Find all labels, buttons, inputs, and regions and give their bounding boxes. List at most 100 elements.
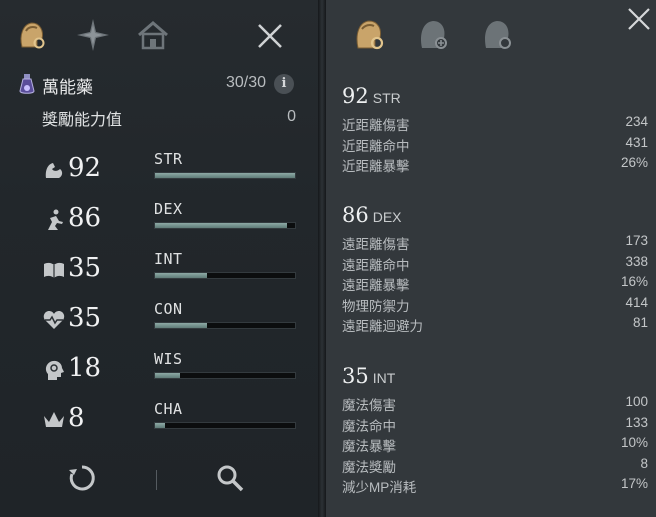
detail-label: 遠距離命中	[342, 257, 410, 273]
helmet-plus-icon	[421, 21, 447, 49]
stat-bar-fill	[155, 223, 287, 228]
detail-label: 近距離傷害	[342, 118, 410, 133]
detail-value: 173	[625, 233, 648, 248]
detail-label: 物理防禦力	[342, 298, 410, 314]
crown-icon	[44, 412, 64, 427]
stat-bar-fill	[155, 173, 295, 178]
detail-row: 近距離傷害 234	[342, 112, 648, 133]
detail-row: 魔法傷害 100	[342, 392, 648, 413]
detail-value: 17%	[620, 476, 648, 491]
stat-bar	[154, 422, 296, 429]
stat-value: 35	[68, 303, 102, 333]
stat-row-wis[interactable]: 18 WIS	[40, 350, 302, 390]
detail-stat-name: INT	[372, 370, 396, 386]
detail-value: 8	[640, 455, 648, 471]
tab-skills[interactable]	[72, 14, 114, 56]
tab-character[interactable]	[10, 14, 52, 56]
detail-row: 魔法獎勵 8	[342, 454, 648, 475]
tab-detail-attack[interactable]	[348, 14, 388, 56]
detail-label: 魔法暴擊	[342, 439, 396, 454]
bonus-stats-row: 獎勵能力值 0	[42, 104, 296, 129]
stat-name: CHA	[154, 400, 183, 418]
stat-details-panel: 92 STR 近距離傷害 234 近距離命中 431 近距離暴擊 26% 86 DEX 遠…	[326, 0, 656, 517]
stat-name: CON	[154, 300, 183, 318]
detail-label: 遠距離暴擊	[342, 278, 410, 293]
bonus-stats-label: 獎勵能力值	[42, 112, 123, 129]
helmet-gear-icon	[356, 20, 384, 50]
detail-value: 133	[625, 414, 648, 430]
detail-row: 遠距離迴避力 81	[342, 313, 648, 334]
magnifier-icon[interactable]	[214, 462, 246, 494]
detail-value: 16%	[620, 274, 648, 289]
stat-row-int[interactable]: 35 INT	[40, 250, 302, 290]
detail-value: 10%	[620, 435, 648, 450]
stats-tab-bar	[0, 0, 318, 64]
detail-label: 遠距離迴避力	[342, 319, 423, 334]
stat-row-dex[interactable]: 86 DEX	[40, 200, 302, 240]
stat-bar	[154, 272, 296, 279]
compass-star-icon	[77, 19, 109, 51]
stat-bar-fill	[155, 273, 207, 278]
stat-bar	[154, 322, 296, 329]
detail-stat-name: DEX	[372, 209, 402, 225]
stat-name: INT	[154, 250, 183, 268]
tab-detail-defense[interactable]	[412, 14, 452, 56]
flexed-arm-icon	[45, 163, 63, 178]
detail-value: 414	[625, 294, 648, 310]
detail-row: 魔法命中 133	[342, 413, 648, 434]
stat-bar-fill	[155, 323, 207, 328]
detail-row: 近距離命中 431	[342, 133, 648, 154]
detail-label: 魔法傷害	[342, 398, 396, 413]
stat-row-con[interactable]: 35 CON	[40, 300, 302, 340]
running-figure-icon	[48, 209, 63, 230]
tab-housing[interactable]	[132, 14, 174, 56]
stat-row-cha[interactable]: 8 CHA	[40, 400, 302, 440]
elixir-row: 萬能藥 30/30 i	[16, 70, 298, 98]
info-icon[interactable]: i	[274, 74, 294, 94]
stat-value: 18	[68, 353, 102, 383]
stat-bar-fill	[155, 423, 165, 428]
detail-header: 92 STR	[342, 84, 648, 112]
detail-label: 魔法命中	[342, 418, 396, 434]
house-icon	[138, 21, 168, 50]
elixir-name: 萬能藥	[42, 78, 93, 97]
elixir-count: 30/30	[225, 74, 266, 91]
stat-value: 8	[68, 403, 85, 433]
detail-header: 35 INT	[342, 364, 648, 392]
close-icon[interactable]	[626, 6, 652, 32]
detail-header: 86 DEX	[342, 203, 648, 231]
detail-stat-name: STR	[372, 90, 401, 106]
detail-stat-value: 86	[342, 203, 369, 227]
detail-section-dex: 86 DEX 遠距離傷害 173 遠距離命中 338 遠距離暴擊 16% 物理防禦力 41…	[342, 203, 648, 334]
detail-stat-value: 92	[342, 84, 369, 108]
stat-row-str[interactable]: 92 STR	[40, 150, 302, 190]
stat-value: 35	[68, 253, 102, 283]
detail-row: 遠距離暴擊 16%	[342, 272, 648, 293]
detail-stat-value: 35	[342, 364, 369, 388]
bonus-stats-value: 0	[287, 108, 296, 125]
helmet-gear-icon	[20, 22, 45, 49]
stat-bar	[154, 222, 296, 229]
open-book-icon	[44, 262, 64, 278]
detail-row: 減少MP消耗 17%	[342, 474, 648, 495]
detail-value: 26%	[620, 155, 648, 170]
detail-row: 遠距離命中 338	[342, 252, 648, 273]
stat-name: STR	[154, 150, 183, 168]
detail-value: 100	[625, 394, 648, 409]
head-profile-icon	[45, 360, 64, 380]
reset-icon[interactable]	[66, 462, 98, 494]
stat-name: DEX	[154, 200, 183, 218]
detail-value: 234	[625, 114, 648, 129]
detail-value: 81	[632, 315, 648, 330]
panel-divider	[318, 0, 326, 517]
detail-label: 魔法獎勵	[342, 459, 396, 475]
stat-bar	[154, 172, 296, 179]
stat-value: 92	[68, 153, 102, 183]
heartbeat-icon	[43, 311, 65, 329]
stat-name: WIS	[154, 350, 183, 368]
close-icon[interactable]	[254, 20, 286, 52]
tab-detail-resist[interactable]	[476, 14, 516, 56]
detail-label: 近距離命中	[342, 138, 410, 154]
detail-row: 物理防禦力 414	[342, 293, 648, 314]
stats-action-bar	[0, 452, 318, 504]
